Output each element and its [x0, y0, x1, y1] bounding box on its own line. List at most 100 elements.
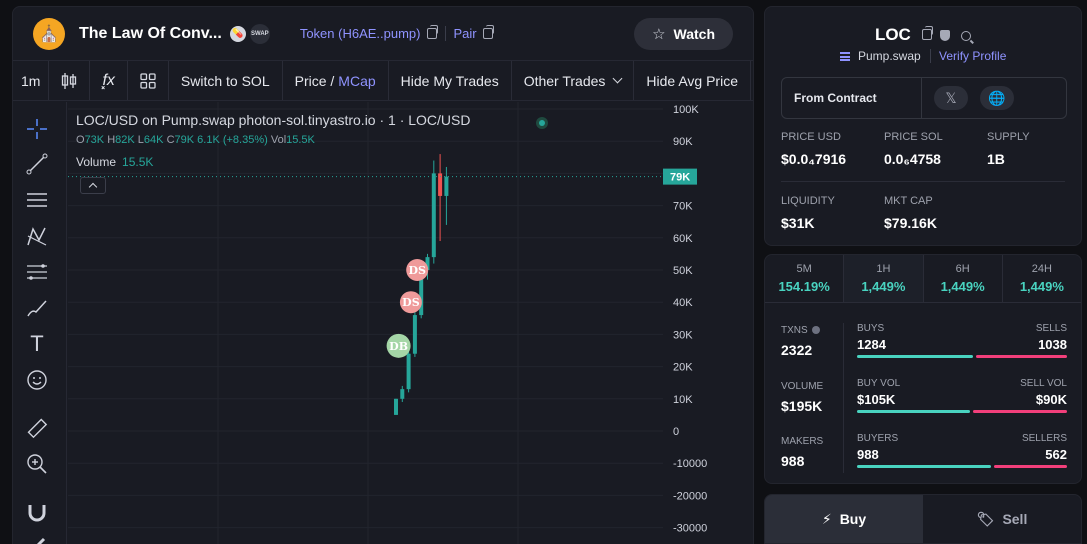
market-cap-stat: MKT CAP $79.16K [884, 195, 937, 231]
token-symbol: LOC [874, 25, 911, 44]
y-tick-label: 10K [673, 394, 693, 406]
y-tick-label: -10000 [673, 458, 707, 470]
globe-icon[interactable]: 🌐 [980, 86, 1014, 110]
other-trades-dropdown[interactable]: Other Trades [512, 61, 635, 100]
tab-5m[interactable]: 5M 154.19% [765, 255, 845, 302]
horizontal-lines-icon[interactable] [25, 188, 49, 212]
dex-name: Pump.swap [857, 49, 921, 63]
verify-profile-link[interactable]: Verify Profile [930, 49, 1007, 63]
pair-label: Pair [453, 26, 477, 41]
pill-icon: 💊 [229, 25, 246, 42]
trade-tabs: ⚡ Buy 🏷 Sell [764, 494, 1082, 544]
y-tick-label: 20K [673, 362, 693, 374]
zoom-in-icon[interactable] [25, 452, 49, 476]
dex-row: Pump.swap Verify Profile [765, 49, 1081, 63]
ruler-icon[interactable] [25, 416, 49, 440]
text-tool-icon[interactable]: T [25, 331, 49, 356]
indicators-button[interactable]: f͓x [90, 61, 128, 100]
watch-button[interactable]: ☆ Watch [634, 17, 733, 50]
candlestick-chart[interactable]: 100K90K80K70K60K50K40K30K20K10K0-10000-2… [68, 102, 754, 544]
search-icon[interactable] [961, 30, 972, 41]
supply-stat: SUPPLY 1B [987, 131, 1030, 167]
volume-readout: Volume 15.5K [76, 155, 154, 169]
trade-marker-label: DB [389, 340, 408, 353]
collapse-legend-button[interactable] [80, 177, 106, 194]
candle-body [431, 173, 436, 258]
token-header: ⛪ The Law Of Conv... 💊 SWAP Token (H6AE.… [13, 7, 753, 61]
info-icon[interactable] [811, 326, 820, 335]
tab-24h[interactable]: 24H 1,449% [1003, 255, 1081, 302]
token-address-link[interactable]: Token (H6AE..pump) [299, 25, 438, 41]
txns-stat: TXNS 2322 [781, 325, 820, 358]
x-icon[interactable]: 𝕏 [934, 86, 968, 110]
star-icon: ☆ [652, 25, 666, 43]
price-mcap-toggle[interactable]: Price / MCap [283, 61, 389, 100]
buy-label: Buy [839, 511, 867, 527]
tab-6h[interactable]: 6H 1,449% [924, 255, 1003, 302]
sell-volume-bar [972, 410, 1067, 413]
copy-icon[interactable] [482, 25, 494, 39]
drawing-toolbar: T [13, 102, 67, 544]
chart-legend-title: LOC/USD on Pump.swap photon-sol.tinyastr… [76, 112, 471, 128]
candle-body [444, 176, 449, 196]
fib-icon[interactable] [25, 260, 49, 284]
token-address-label: Token (H6AE..pump) [299, 26, 421, 41]
copy-icon[interactable] [921, 26, 933, 40]
emoji-icon[interactable] [25, 368, 49, 392]
dex-icon [839, 52, 850, 62]
buys-sells-row: BUYS SELLS 1284 1038 [857, 323, 1067, 358]
hide-my-trades-button[interactable]: Hide My Trades [389, 61, 512, 100]
symbol-row: LOC [765, 25, 1081, 45]
y-tick-label: 30K [673, 329, 693, 341]
grid-icon [140, 72, 156, 89]
chart-area: T 100K90K80K70K60K50K40K30K20K10K0-10000… [13, 102, 754, 544]
y-tick-label: 60K [673, 233, 693, 245]
buy-volume-bar [857, 410, 970, 413]
buy-sell-volume-row: BUY VOL SELL VOL $105K $90K [857, 378, 1067, 413]
swap-badge: SWAP [249, 23, 270, 44]
interval-selector[interactable]: 1m [13, 61, 50, 100]
tab-1h[interactable]: 1H 1,449% [844, 255, 924, 302]
other-trades-label: Other Trades [523, 72, 606, 89]
buyers-sellers-row: BUYERS SELLERS 988 562 [857, 433, 1067, 468]
divider [781, 181, 1065, 182]
price-plot[interactable]: 100K90K80K70K60K50K40K30K20K10K0-10000-2… [68, 102, 754, 544]
last-price-label: 79K [670, 172, 690, 184]
y-tick-label: 0 [673, 426, 679, 438]
layout-button[interactable] [128, 61, 169, 100]
y-tick-label: 90K [673, 136, 693, 148]
sell-tab[interactable]: 🏷 Sell [923, 495, 1081, 543]
chevron-down-icon [612, 73, 623, 84]
trade-marker-label: DS [402, 296, 420, 309]
trade-marker-label: DS [408, 264, 426, 277]
pattern-icon[interactable] [25, 224, 49, 248]
price-usd-stat: PRICE USD $0.0₄7916 [781, 131, 847, 167]
watch-label: Watch [673, 25, 715, 42]
brush-icon[interactable] [25, 296, 49, 320]
y-tick-label: 50K [673, 265, 693, 277]
candle-body [412, 315, 417, 354]
switch-sol-button[interactable]: Switch to SOL [169, 61, 283, 100]
buy-tab[interactable]: ⚡ Buy [765, 495, 923, 543]
token-name: The Law Of Conv... [79, 24, 222, 42]
mcap-label: MCap [338, 72, 376, 89]
candle-type-button[interactable] [49, 61, 91, 100]
candle-body [400, 389, 405, 399]
magnet-icon[interactable] [25, 500, 49, 524]
trend-line-icon[interactable] [25, 152, 49, 176]
liquidity-stat: LIQUIDITY $31K [781, 195, 835, 231]
copy-icon[interactable] [426, 25, 438, 39]
pair-link[interactable]: Pair [444, 25, 494, 41]
trading-stats-panel: 5M 154.19% 1H 1,449% 6H 1,449% 24H 1,449% TX… [764, 254, 1082, 484]
pencil-icon[interactable] [25, 534, 49, 544]
buyers-bar [857, 465, 991, 468]
crosshair-icon[interactable] [25, 117, 49, 141]
y-tick-label: 70K [673, 201, 693, 213]
candle-body [406, 353, 411, 390]
y-tick-label: -30000 [673, 523, 707, 535]
y-tick-label: 100K [673, 104, 699, 116]
shield-icon[interactable] [940, 30, 951, 42]
hide-avg-price-button[interactable]: Hide Avg Price [634, 61, 751, 100]
y-tick-label: 40K [673, 297, 693, 309]
chart-toolbar: 1m f͓x Switch to SOL Price / MCap Hide M… [13, 61, 753, 101]
